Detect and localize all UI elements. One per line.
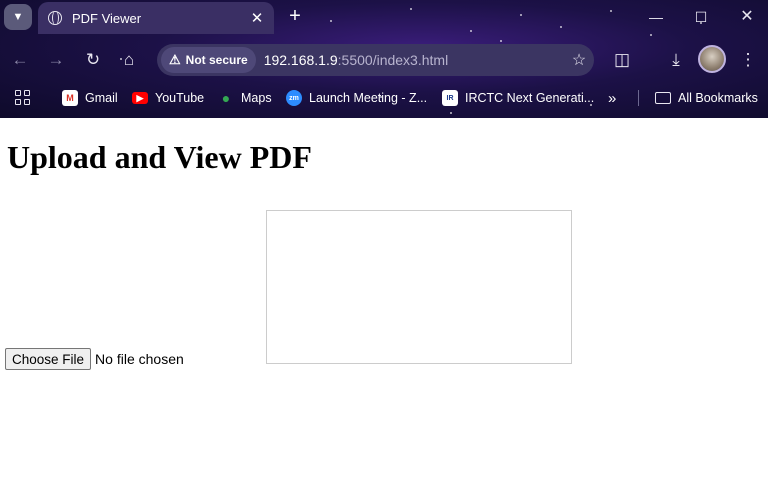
bookmark-zoom[interactable]: zm Launch Meeting - Z... xyxy=(286,88,427,108)
bookmark-label: IRCTC Next Generati... xyxy=(465,91,595,105)
bookmark-maps[interactable]: ● Maps xyxy=(218,88,272,108)
bookmark-label: YouTube xyxy=(155,91,205,105)
bookmark-label: Maps xyxy=(241,91,272,105)
all-bookmarks-label: All Bookmarks xyxy=(678,91,758,105)
tab-pdf-viewer[interactable]: PDF Viewer ✕ xyxy=(38,2,274,34)
bookmarks-divider xyxy=(638,90,639,106)
file-status-text: No file chosen xyxy=(95,351,184,367)
back-button[interactable]: ← xyxy=(8,48,32,72)
bookmark-irctc[interactable]: IR IRCTC Next Generati... xyxy=(442,88,594,108)
bookmarks-overflow-button[interactable]: » xyxy=(608,88,616,108)
bookmark-label: Gmail xyxy=(85,91,118,105)
apps-grid-icon[interactable] xyxy=(15,90,31,106)
reload-button[interactable]: ↻ xyxy=(81,48,105,72)
bookmark-label: Launch Meeting - Z... xyxy=(309,91,428,105)
browser-chrome: ▼ PDF Viewer ✕ + — ☐ ✕ ← → ↻ ⌂ ⚠ Not sec… xyxy=(0,0,768,118)
maximize-button[interactable]: ☐ xyxy=(687,6,715,28)
address-bar[interactable]: ⚠ Not secure 192.168.1.9:5500/index3.htm… xyxy=(157,44,594,76)
minimize-button[interactable]: — xyxy=(642,6,670,28)
bookmarks-bar: M Gmail ▶ YouTube ● Maps zm Launch Meeti… xyxy=(0,84,768,112)
warning-icon: ⚠ xyxy=(169,52,181,67)
security-chip[interactable]: ⚠ Not secure xyxy=(161,47,256,73)
extensions-icon[interactable]: ◫ xyxy=(610,48,634,72)
folder-icon xyxy=(655,92,671,104)
menu-icon[interactable]: ⋮ xyxy=(736,48,760,72)
file-input: Choose File No file chosen xyxy=(5,348,184,370)
bookmark-gmail[interactable]: M Gmail xyxy=(62,88,118,108)
download-icon[interactable]: ⤓ xyxy=(664,48,688,72)
profile-avatar[interactable] xyxy=(698,45,726,73)
overflow-label: » xyxy=(608,89,617,107)
maps-icon: ● xyxy=(221,90,231,106)
url-text[interactable]: 192.168.1.9:5500/index3.html xyxy=(264,52,564,68)
choose-file-button[interactable]: Choose File xyxy=(5,348,92,370)
gmail-icon: M xyxy=(62,90,78,106)
chevron-down-icon: ▼ xyxy=(12,11,24,23)
all-bookmarks-button[interactable]: All Bookmarks xyxy=(655,88,758,108)
bookmark-star-icon[interactable]: ☆ xyxy=(564,50,594,70)
new-tab-button[interactable]: + xyxy=(284,4,306,28)
pdf-viewer-frame[interactable] xyxy=(266,210,572,364)
page-content: Upload and View PDF Choose File No file … xyxy=(0,118,768,491)
browser-toolbar: ← → ↻ ⌂ ⚠ Not secure 192.168.1.9:5500/in… xyxy=(0,40,768,80)
tab-search-button[interactable]: ▼ xyxy=(4,4,32,30)
security-label: Not secure xyxy=(185,53,248,67)
close-tab-icon[interactable]: ✕ xyxy=(246,9,268,27)
url-path: :5500/index3.html xyxy=(337,52,449,68)
tab-title: PDF Viewer xyxy=(72,10,142,26)
forward-button[interactable]: → xyxy=(44,48,68,72)
close-window-button[interactable]: ✕ xyxy=(733,6,761,28)
home-button[interactable]: ⌂ xyxy=(117,48,141,72)
irctc-icon: IR xyxy=(442,90,458,106)
globe-icon xyxy=(48,11,62,25)
tab-strip: ▼ PDF Viewer ✕ + — ☐ ✕ xyxy=(0,0,768,36)
zoom-icon: zm xyxy=(286,90,302,106)
page-title: Upload and View PDF xyxy=(7,139,312,175)
bookmark-youtube[interactable]: ▶ YouTube xyxy=(132,88,204,108)
url-host: 192.168.1.9 xyxy=(263,52,338,68)
youtube-icon: ▶ xyxy=(132,92,148,104)
